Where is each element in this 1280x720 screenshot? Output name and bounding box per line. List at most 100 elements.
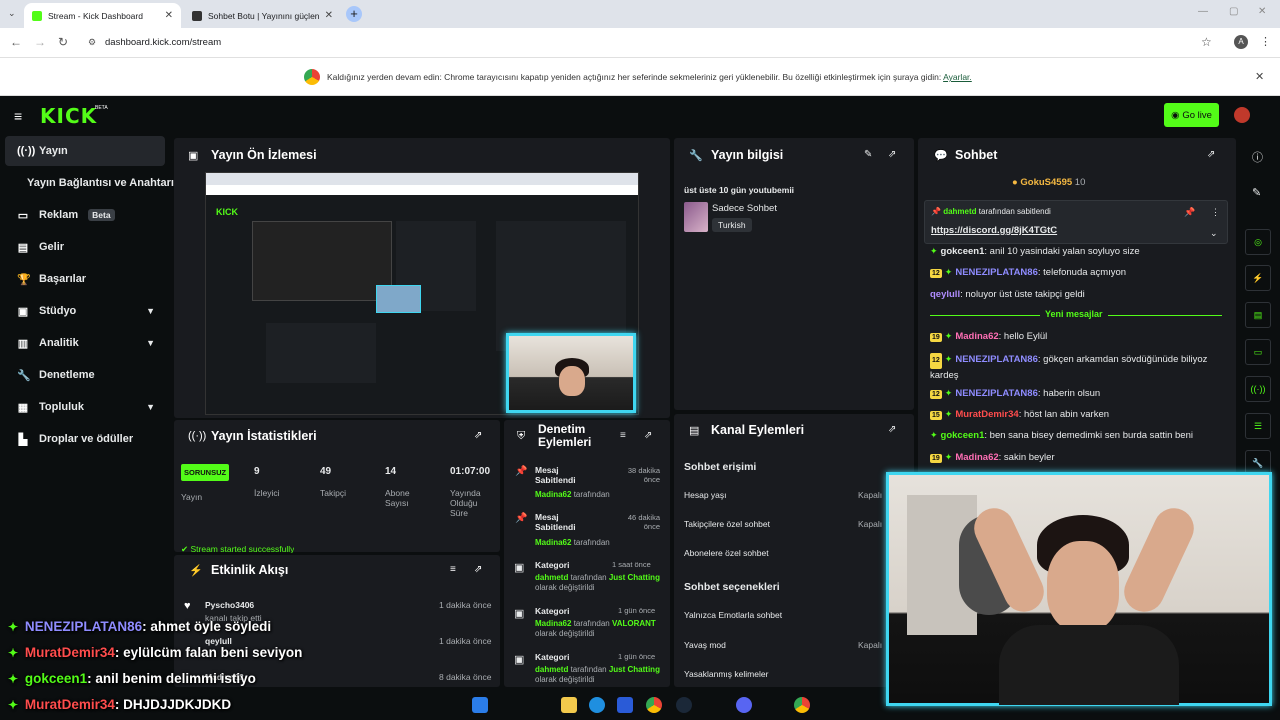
setting-label: Takipçilere özel sohbet: [684, 519, 770, 529]
sidebar-item-droplar[interactable]: ▙ Droplar ve ödüller: [5, 424, 165, 454]
mod-action-time: 46 dakika önce: [627, 513, 660, 531]
tab-search-icon[interactable]: ⌄: [8, 8, 16, 19]
tab-kick-dashboard[interactable]: Stream - Kick Dashboard ✕: [24, 3, 181, 28]
maximize-icon[interactable]: ▢: [1229, 6, 1238, 17]
close-notification-icon[interactable]: ✕: [1255, 70, 1264, 83]
category-name[interactable]: Sadece Sohbet: [712, 203, 777, 214]
chevron-down-icon: ▼: [146, 338, 155, 348]
broadcast-tool-icon[interactable]: ((·)): [1245, 376, 1271, 402]
info-icon[interactable]: ⓘ: [1252, 149, 1263, 165]
file-explorer-icon[interactable]: [561, 697, 577, 713]
category-icon: ▣: [514, 562, 525, 574]
settings-link[interactable]: Ayarlar.: [943, 72, 972, 82]
sidebar-item-stream-key[interactable]: Yayın Bağlantısı ve Anahtarı: [5, 168, 175, 198]
tab-label: Sohbet Botu | Yayınını güçlendi: [208, 10, 319, 21]
chat-tool-icon[interactable]: ▭: [1245, 339, 1271, 365]
sidebar-item-analitik[interactable]: ▥ Analitik ▼: [5, 328, 165, 358]
go-live-button[interactable]: ◉ Go live: [1164, 103, 1219, 127]
menu-dots-icon[interactable]: ⋮: [1260, 35, 1271, 48]
pin-icon: 📌: [931, 207, 941, 216]
filter-icon[interactable]: ≡: [450, 564, 456, 575]
account-age-select[interactable]: Kapalı: [858, 490, 882, 500]
chat-message: 12 ✦ NENEZIPLATAN86: haberin olsun: [930, 388, 1101, 399]
mod-action-time: 1 saat önce: [612, 560, 651, 569]
popout-icon[interactable]: ⇗: [644, 430, 652, 441]
site-info-icon[interactable]: ⚙: [88, 37, 96, 48]
hamburger-menu-icon[interactable]: ≡: [14, 108, 22, 124]
notes-tool-icon[interactable]: ▤: [1245, 302, 1271, 328]
new-tab-button[interactable]: +: [346, 6, 362, 22]
stat-label: İzleyici: [254, 488, 280, 498]
discord-icon[interactable]: [736, 697, 752, 713]
slow-mode-select[interactable]: Kapalı: [858, 640, 882, 650]
mod-action-desc: Madina62 tarafından: [535, 538, 610, 547]
windows-start-icon[interactable]: [472, 697, 488, 713]
camera-tool-icon[interactable]: ◎: [1245, 229, 1271, 255]
stat-label: Yayında Olduğu Süre: [450, 488, 481, 518]
close-window-icon[interactable]: ✕: [1258, 6, 1266, 17]
pinned-link[interactable]: https://discord.gg/8jK4TGtC: [931, 225, 1057, 236]
sidebar-item-studyo[interactable]: ▣ Stüdyo ▼: [5, 296, 165, 326]
list-tool-icon[interactable]: ☰: [1245, 413, 1271, 439]
activity-time: 1 dakika önce: [439, 636, 492, 646]
chevron-down-icon[interactable]: ⌄: [1210, 228, 1218, 239]
chat-message: qeylull: noluyor üst üste takipçi geldi: [930, 289, 1085, 300]
followers-only-select[interactable]: Kapalı: [858, 519, 882, 529]
profile-avatar[interactable]: A: [1234, 35, 1248, 49]
mod-action-title: Mesaj Sabitlendi: [535, 465, 576, 485]
sidebar-item-reklam[interactable]: ▭ Reklam Beta: [5, 200, 165, 230]
mod-action-desc: Madina62 tarafından: [535, 490, 610, 499]
unpin-icon[interactable]: 📌: [1184, 207, 1195, 218]
forward-icon[interactable]: →: [34, 35, 46, 49]
popout-icon[interactable]: ⇗: [474, 564, 482, 575]
popout-icon[interactable]: ⇗: [474, 430, 482, 441]
more-options-icon[interactable]: ⋮: [1211, 207, 1220, 218]
store-icon[interactable]: [617, 697, 633, 713]
kick-logo[interactable]: KICK: [40, 104, 97, 128]
chrome-taskbar-icon[interactable]: [646, 697, 662, 713]
overlay-chat-line: ✦ MuratDemir34: DHJDJJDKJDKD: [8, 697, 232, 712]
chrome-taskbar-icon-2[interactable]: [794, 697, 810, 713]
sidebar-item-gelir[interactable]: ▤ Gelir: [5, 232, 165, 262]
steam-icon[interactable]: [676, 697, 692, 713]
mod-action-time: 38 dakika önce: [627, 466, 660, 484]
sidebar-item-denetleme[interactable]: 🔧 Denetleme: [5, 360, 165, 390]
lightning-icon: ⚡: [189, 565, 203, 577]
bookmark-star-icon[interactable]: ☆: [1201, 35, 1212, 49]
stat-label: Yayın: [181, 492, 203, 502]
channel-actions-icon: ▤: [689, 425, 700, 437]
pin-icon: 📌: [515, 466, 528, 477]
filter-icon[interactable]: ≡: [620, 430, 626, 441]
close-tab-icon[interactable]: ✕: [165, 10, 173, 21]
edge-browser-icon[interactable]: [589, 697, 605, 713]
setting-label: Yavaş mod: [684, 640, 726, 650]
section-heading: Sohbet erişimi: [684, 461, 757, 473]
popout-icon[interactable]: ⇗: [888, 149, 896, 160]
logo-beta-label: BETA: [95, 105, 108, 111]
uptime-value: 01:07:00: [450, 466, 491, 477]
minimize-icon[interactable]: —: [1198, 6, 1208, 17]
sidebar-item-basarilar[interactable]: 🏆 Başarılar: [5, 264, 165, 294]
wrench-icon: 🔧: [689, 150, 703, 162]
edit-pencil-icon[interactable]: ✎: [864, 149, 872, 160]
lightning-tool-icon[interactable]: ⚡: [1245, 265, 1271, 291]
user-avatar[interactable]: [1234, 107, 1250, 123]
sidebar-item-topluluk[interactable]: ▦ Topluluk ▼: [5, 392, 165, 422]
popout-icon[interactable]: ⇗: [1207, 149, 1215, 160]
back-icon[interactable]: ←: [10, 35, 22, 49]
popout-icon[interactable]: ⇗: [888, 424, 896, 435]
edit-pencil-icon[interactable]: ✎: [1252, 186, 1261, 199]
webcam-overlay-small: [506, 333, 636, 413]
tab-sohbet-botu[interactable]: Sohbet Botu | Yayınını güçlendi ✕: [184, 3, 341, 28]
activity-user[interactable]: Pyscho3406: [205, 600, 254, 610]
category-icon: ▣: [514, 654, 525, 666]
url-input[interactable]: dashboard.kick.com/stream: [105, 37, 221, 48]
activity-time: 8 dakika önce: [439, 672, 492, 682]
close-tab-icon[interactable]: ✕: [325, 10, 333, 21]
sidebar-item-yayin[interactable]: ((·)) Yayın: [5, 136, 165, 166]
chevron-down-icon: ▼: [146, 306, 155, 316]
page-favicon-icon: [192, 10, 202, 21]
reload-icon[interactable]: ↻: [58, 35, 68, 49]
broadcast-icon: ((·)): [188, 430, 207, 442]
stream-preview-video[interactable]: KICK: [205, 172, 639, 415]
